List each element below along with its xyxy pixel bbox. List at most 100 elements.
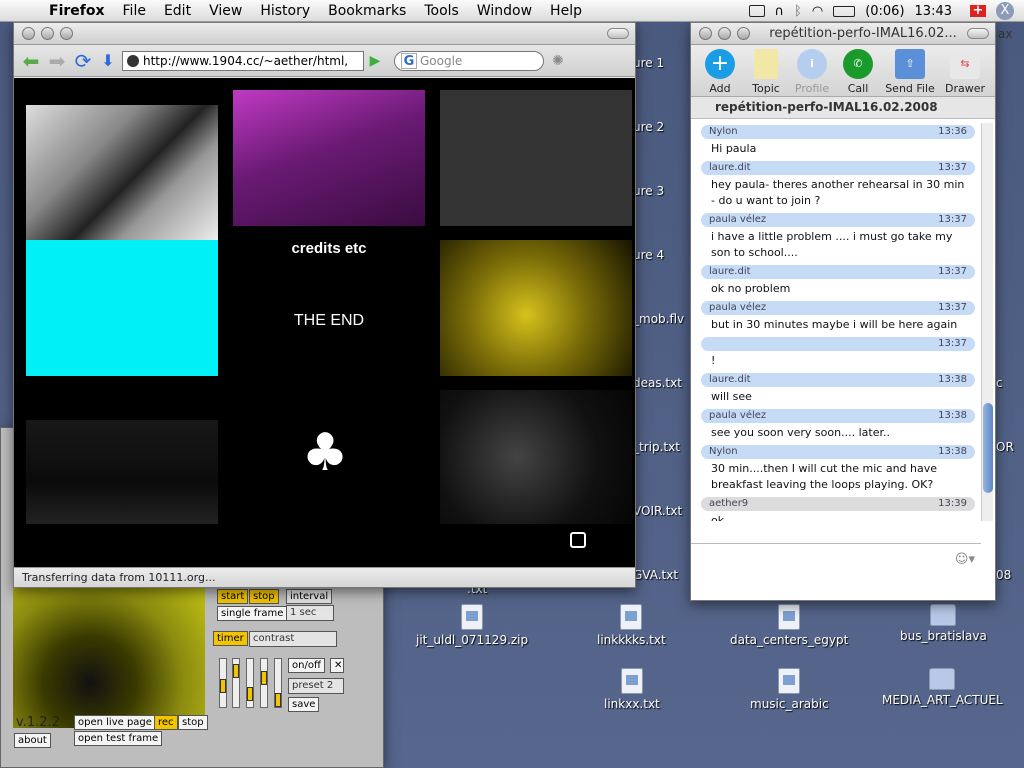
- slider[interactable]: [232, 658, 240, 708]
- menu-edit[interactable]: Edit: [155, 3, 200, 19]
- close-window-button[interactable]: [699, 27, 712, 40]
- rec-button[interactable]: rec: [154, 715, 178, 730]
- message-sender[interactable]: laure.dit: [709, 161, 751, 175]
- desktop-icon-text[interactable]: linkkkks.txt: [597, 604, 666, 647]
- chat-titlebar[interactable]: repétition-perfo-IMAL16.02...: [691, 23, 995, 45]
- menu-app[interactable]: Firefox: [40, 3, 114, 19]
- clock[interactable]: 13:43: [915, 4, 952, 19]
- add-button[interactable]: + Add: [697, 49, 743, 96]
- desktop-clipped-label[interactable]: ure 2: [633, 120, 664, 134]
- menu-history[interactable]: History: [251, 3, 319, 19]
- message-sender[interactable]: paula vélez: [709, 409, 766, 423]
- desktop-clipped-label[interactable]: _mob.flv: [633, 312, 684, 326]
- download-icon[interactable]: ⬇: [96, 50, 120, 72]
- message-sender[interactable]: Nylon: [709, 125, 738, 139]
- minimize-window-button[interactable]: [718, 27, 731, 40]
- toolbar-toggle-button[interactable]: [967, 28, 989, 39]
- desktop-clipped-label[interactable]: 08: [996, 568, 1011, 582]
- bluetooth-icon[interactable]: ᛒ: [794, 4, 802, 19]
- toolbar-toggle-button[interactable]: [607, 28, 629, 39]
- desktop-clipped-label[interactable]: _trip.txt: [633, 440, 680, 454]
- minimize-window-button[interactable]: [41, 27, 54, 40]
- video-tile-sofa[interactable]: [26, 105, 218, 241]
- desktop-clipped-label[interactable]: GVA.txt: [633, 568, 678, 582]
- video-tile-gray[interactable]: [440, 90, 632, 226]
- desktop-clipped-label[interactable]: c: [996, 376, 1003, 390]
- save-button[interactable]: save: [288, 697, 320, 712]
- message-input[interactable]: ☺▾: [691, 543, 981, 599]
- battery-time[interactable]: (0:06): [865, 4, 904, 19]
- stop-button[interactable]: stop: [249, 589, 279, 604]
- desktop-clipped-label[interactable]: ure 4: [633, 248, 664, 262]
- url-bar[interactable]: http://www.1904.cc/~aether/html,: [122, 50, 364, 71]
- wifi-icon[interactable]: ◠: [812, 4, 823, 19]
- desktop-clipped-label[interactable]: ure 1: [633, 56, 664, 70]
- desktop-icon-pic[interactable]: music_arabic: [750, 668, 829, 711]
- fullscreen-icon[interactable]: [570, 532, 586, 548]
- close-window-button[interactable]: [22, 27, 35, 40]
- message-sender[interactable]: paula vélez: [709, 301, 766, 315]
- menu-file[interactable]: File: [114, 3, 155, 19]
- desktop-icon-text[interactable]: linkxx.txt: [604, 668, 660, 711]
- preset-select[interactable]: preset 2: [288, 678, 344, 694]
- close-icon[interactable]: ✕: [330, 658, 344, 673]
- call-button[interactable]: ✆ Call: [835, 49, 881, 96]
- reload-icon[interactable]: ⟳: [70, 49, 96, 73]
- slider[interactable]: [274, 658, 282, 708]
- message-sender[interactable]: Nylon: [709, 445, 738, 459]
- smiley-icon[interactable]: ☺▾: [955, 552, 975, 567]
- scrollbar[interactable]: [981, 123, 993, 521]
- menu-view[interactable]: View: [200, 3, 251, 19]
- back-arrow-icon[interactable]: ⬅: [18, 50, 44, 72]
- video-tile-purple[interactable]: [233, 90, 425, 226]
- topic-button[interactable]: Topic: [743, 49, 789, 96]
- onoff-toggle[interactable]: on/off: [288, 658, 325, 673]
- message-sender[interactable]: laure.dit: [709, 265, 751, 279]
- video-tile-yellow-person[interactable]: [440, 240, 632, 376]
- zoom-window-button[interactable]: [737, 27, 750, 40]
- display-icon[interactable]: [748, 5, 765, 17]
- desktop-clipped-label[interactable]: OR: [996, 440, 1014, 454]
- desktop-icon-folder[interactable]: MEDIA_ART_ACTUEL: [882, 668, 1003, 707]
- menu-tools[interactable]: Tools: [415, 3, 468, 19]
- zoom-window-button[interactable]: [60, 27, 73, 40]
- timer-button[interactable]: timer: [213, 631, 248, 646]
- message-sender[interactable]: aether9: [709, 497, 748, 511]
- video-tile-night-lights[interactable]: [440, 390, 632, 524]
- open-live-page-button[interactable]: open live page: [74, 715, 156, 730]
- the-end-text[interactable]: THE END: [233, 312, 425, 330]
- scrollbar-thumb[interactable]: [983, 403, 993, 493]
- desktop-clipped-label[interactable]: VOIR.txt: [633, 504, 682, 518]
- video-tile-night-street[interactable]: [26, 420, 218, 524]
- go-arrow-icon[interactable]: ▶: [364, 53, 386, 69]
- slider[interactable]: [219, 658, 227, 708]
- desktop-clipped-label[interactable]: ure 3: [633, 184, 664, 198]
- menu-help[interactable]: Help: [541, 3, 591, 19]
- desktop-icon-folder[interactable]: bus_bratislava: [900, 604, 987, 643]
- battery-icon[interactable]: [833, 5, 856, 17]
- message-sender[interactable]: laure.dit: [709, 373, 751, 387]
- menu-bookmarks[interactable]: Bookmarks: [319, 3, 415, 19]
- desktop-clipped-label[interactable]: deas.txt: [633, 376, 682, 390]
- slider[interactable]: [246, 658, 254, 708]
- contrast-select[interactable]: contrast: [249, 631, 337, 647]
- menu-window[interactable]: Window: [468, 3, 541, 19]
- interval-select[interactable]: 1 sec: [286, 605, 334, 621]
- slider[interactable]: [260, 658, 268, 708]
- send-file-button[interactable]: ⇧ Send File: [881, 49, 939, 96]
- club-icon[interactable]: ♣: [295, 425, 355, 481]
- drawer-button[interactable]: ⇆ Drawer: [939, 49, 991, 96]
- about-button[interactable]: about: [14, 733, 51, 748]
- firefox-titlebar[interactable]: [14, 23, 635, 45]
- message-sender[interactable]: paula vélez: [709, 213, 766, 227]
- open-test-frame-button[interactable]: open test frame: [74, 731, 163, 746]
- single-frame-button[interactable]: single frame: [217, 606, 288, 621]
- forward-arrow-icon[interactable]: ➡: [44, 50, 70, 72]
- stop-rec-button[interactable]: stop: [178, 715, 208, 730]
- search-input[interactable]: G Google: [394, 50, 544, 71]
- profile-button[interactable]: i Profile: [789, 49, 835, 96]
- start-button[interactable]: start: [217, 589, 249, 604]
- credits-text[interactable]: credits etc: [233, 240, 425, 257]
- headphones-icon[interactable]: ∩: [775, 4, 785, 19]
- color-tile-cyan[interactable]: [26, 240, 218, 376]
